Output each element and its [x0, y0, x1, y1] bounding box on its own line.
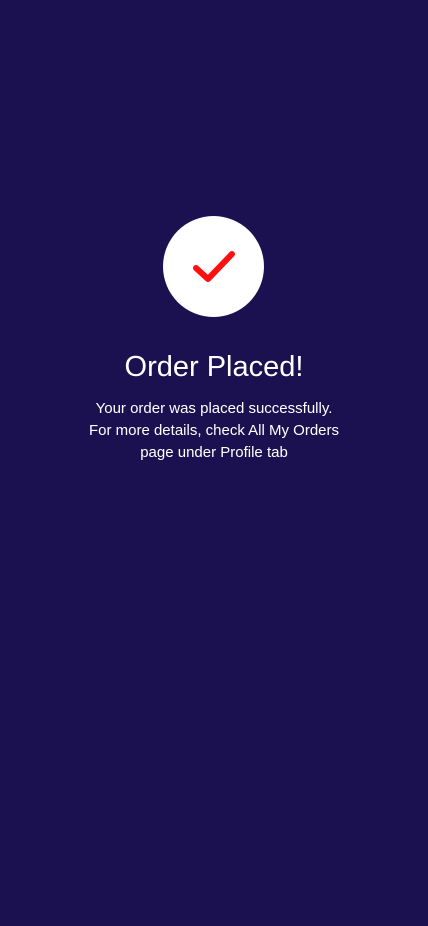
- success-message: Your order was placed successfully. For …: [40, 398, 388, 464]
- message-line: For more details, check All My Orders: [88, 422, 340, 439]
- order-success-screen: Order Placed! Your order was placed succ…: [0, 0, 428, 926]
- success-badge: [163, 216, 264, 317]
- message-line: Your order was placed successfully.: [95, 400, 333, 417]
- checkmark-icon: [192, 250, 235, 282]
- page-title: Order Placed!: [124, 351, 304, 383]
- message-line: page under Profile tab: [140, 444, 288, 461]
